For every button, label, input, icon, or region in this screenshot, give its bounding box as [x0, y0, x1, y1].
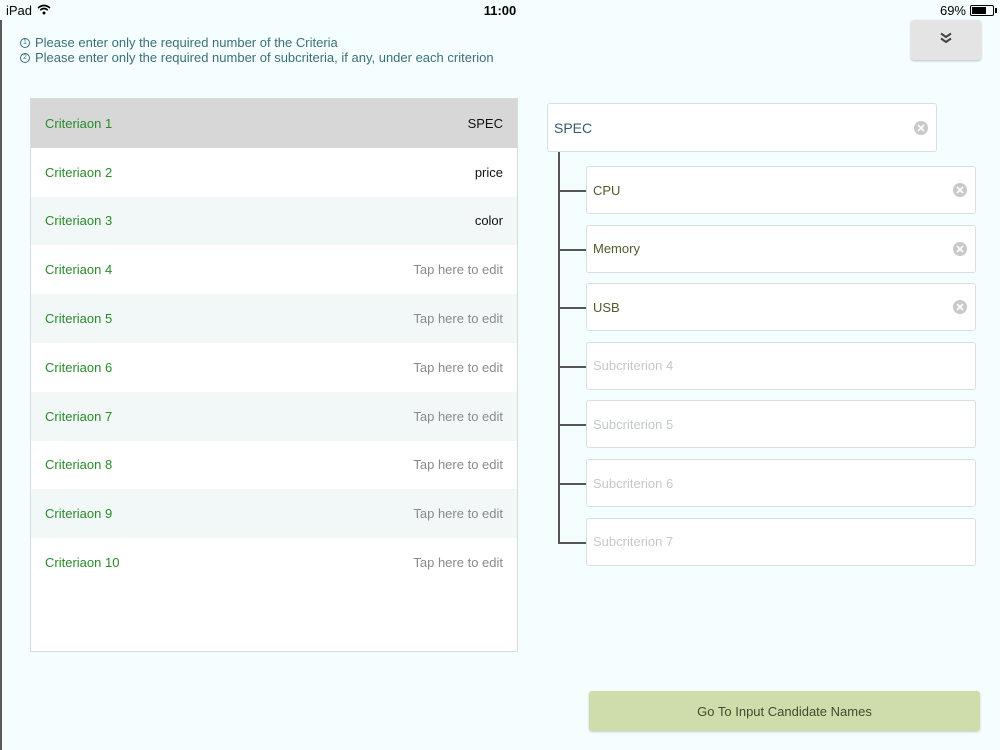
criterion-label: Criteriaon 4 [45, 262, 113, 278]
tree-connector-horizontal [558, 424, 586, 427]
criterion-value[interactable]: price [475, 165, 503, 180]
tree-connector-horizontal [558, 541, 586, 544]
criterion-row[interactable]: Criteriaon 5 Tap here to edit [31, 294, 517, 343]
criterion-label: Criteriaon 3 [45, 213, 113, 229]
criterion-row[interactable]: Criteriaon 10 Tap here to edit [31, 538, 517, 587]
clear-icon[interactable] [953, 300, 967, 315]
criterion-value[interactable]: Tap here to edit [413, 457, 503, 472]
tree-connector-horizontal [558, 248, 586, 251]
instruction-1: 1 Please enter only the required number … [20, 35, 494, 50]
criterion-label: Criteriaon 9 [45, 506, 113, 522]
criterion-value[interactable]: Tap here to edit [413, 311, 503, 326]
instruction-text: Please enter only the required number of… [35, 35, 338, 50]
criterion-row[interactable]: Criteriaon 2 price [31, 147, 517, 197]
subcriterion-field[interactable]: Memory [586, 224, 976, 273]
criterion-value[interactable]: Tap here to edit [413, 409, 503, 424]
clear-icon[interactable] [953, 183, 967, 197]
criterion-label: Criteriaon 1 [45, 115, 113, 131]
criterion-row[interactable]: Criteriaon 1 SPEC [31, 99, 517, 148]
clear-icon[interactable] [914, 120, 928, 135]
subcriterion-field[interactable]: Subcriterion 4 [586, 341, 976, 390]
subcriterion-value: Memory [593, 241, 640, 257]
instruction-text: Please enter only the required number of… [35, 50, 494, 65]
status-bar: iPad 11:00 69% [0, 0, 1000, 20]
criteria-list: Criteriaon 1 SPEC Criteriaon 2 price Criteri… [30, 98, 518, 652]
subcriterion-field[interactable]: Subcriterion 6 [586, 459, 976, 507]
criterion-label: Criteriaon 2 [45, 164, 113, 180]
criterion-value[interactable]: Tap here to edit [413, 262, 503, 277]
subcriterion-field[interactable]: Subcriterion 7 [586, 517, 976, 566]
root-criterion-field[interactable]: SPEC [547, 103, 937, 152]
criterion-label: Criteriaon 8 [45, 457, 113, 473]
subcriterion-field[interactable]: Subcriterion 5 [586, 400, 976, 449]
double-chevron-down-icon [940, 31, 952, 49]
subcriterion-field[interactable]: CPU [586, 166, 976, 214]
subcriterion-placeholder: Subcriterion 6 [593, 475, 674, 491]
criterion-row[interactable]: Criteriaon 9 Tap here to edit [31, 489, 517, 539]
criterion-value[interactable]: SPEC [468, 116, 503, 131]
criterion-row[interactable]: Criteriaon 8 Tap here to edit [31, 440, 517, 490]
left-edge-divider [0, 20, 2, 750]
criterion-value[interactable]: Tap here to edit [413, 555, 503, 570]
criterion-value[interactable]: Tap here to edit [413, 506, 503, 521]
instruction-2: 2 Please enter only the required number … [20, 50, 494, 65]
criterion-value[interactable]: Tap here to edit [413, 360, 503, 375]
status-time: 11:00 [483, 3, 517, 18]
subcriterion-value: CPU [593, 182, 621, 198]
criterion-label: Criteriaon 10 [45, 555, 120, 571]
tree-connector-horizontal [558, 483, 586, 485]
criterion-row[interactable]: Criteriaon 6 Tap here to edit [31, 342, 517, 392]
collapse-button[interactable] [911, 20, 981, 60]
subcriterion-placeholder: Subcriterion 5 [593, 416, 674, 432]
number-2-icon: 2 [20, 52, 30, 63]
criterion-row[interactable]: Criteriaon 7 Tap here to edit [31, 391, 517, 441]
number-1-icon: 1 [20, 37, 30, 48]
criterion-label: Criteriaon 6 [45, 359, 113, 375]
instructions: 1 Please enter only the required number … [20, 35, 494, 65]
go-to-input-candidate-names-button[interactable]: Go To Input Candidate Names [589, 691, 980, 731]
battery-icon [970, 5, 997, 16]
subcriterion-placeholder: Subcriterion 4 [593, 358, 674, 374]
criterion-row[interactable]: Criteriaon 3 color [31, 196, 517, 246]
tree-connector-horizontal [558, 365, 586, 368]
tree-connector-horizontal [558, 307, 586, 310]
status-right: 69% [939, 3, 997, 18]
root-criterion-value: SPEC [554, 119, 593, 136]
tree-connector-horizontal [558, 190, 586, 192]
battery-percent: 69% [939, 3, 966, 18]
clear-icon[interactable] [953, 241, 967, 256]
subcriterion-value: USB [593, 299, 620, 315]
subcriterion-placeholder: Subcriterion 7 [593, 534, 674, 550]
criterion-row[interactable]: Criteriaon 4 Tap here to edit [31, 245, 517, 295]
criterion-label: Criteriaon 7 [45, 408, 113, 424]
subcriterion-field[interactable]: USB [586, 283, 976, 332]
criterion-value[interactable]: color [475, 213, 503, 228]
criterion-label: Criteriaon 5 [45, 311, 113, 327]
